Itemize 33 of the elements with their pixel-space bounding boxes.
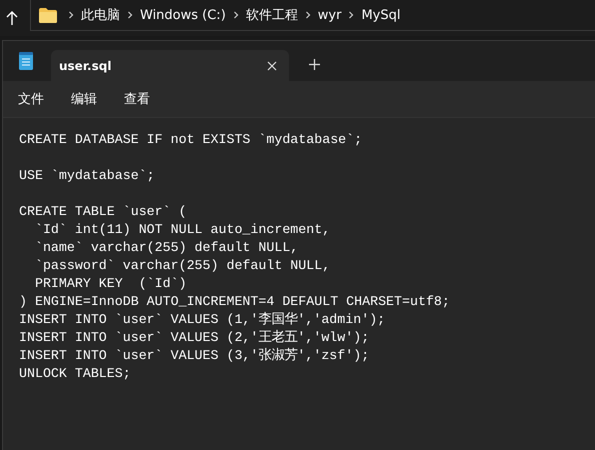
code-line: `name` varchar(255) default NULL, [34,239,300,257]
chevron-icon [67,11,75,19]
text-editor[interactable] [3,117,595,450]
code-line: `password` varchar(255) default NULL, [34,257,332,275]
chevron-icon [304,11,312,19]
chevron-icon [232,11,240,19]
menu-item[interactable]: 查看 [124,90,150,108]
plus-icon[interactable] [309,59,320,70]
code-line: INSERT INTO `user` VALUES (3,'张淑芳','zsf'); [19,347,370,365]
breadcrumb-item[interactable]: 软件工程 [246,6,298,24]
chevron-icon [347,11,356,19]
folder-icon [39,8,57,22]
breadcrumb-item[interactable]: 此电脑 [81,6,120,24]
breadcrumb-item[interactable]: Windows (C:) [140,8,226,22]
address-bar[interactable]: 此电脑 Windows (C:) 软件工程 wyr MySql [30,0,595,31]
menu-item[interactable]: 编辑 [71,90,97,108]
notepad-icon [19,52,33,70]
code-line: USE `mydatabase`; [19,167,156,185]
up-arrow-icon[interactable] [4,10,20,26]
menu-item[interactable]: 文件 [18,90,44,108]
code-line: PRIMARY KEY (`Id`) [34,275,188,293]
code-line: INSERT INTO `user` VALUES (1,'李国华','admin'); [19,311,386,329]
code-line: `Id` int(11) NOT NULL auto_increment, [34,221,332,239]
breadcrumb-item[interactable]: wyr [318,8,342,22]
breadcrumb-item[interactable]: MySql [361,8,400,22]
code-line: ) ENGINE=InnoDB AUTO_INCREMENT=4 DEFAULT CHARSET=utf8; [19,293,451,311]
code-line: INSERT INTO `user` VALUES (2,'王老五','wlw'); [19,329,370,347]
code-line: UNLOCK TABLES; [19,365,132,383]
code-line: CREATE DATABASE IF not EXISTS `mydatabase`; [19,131,364,149]
code-line: CREATE TABLE `user` ( [19,203,188,221]
close-icon[interactable] [267,60,277,70]
chevron-icon [126,11,134,19]
file-tab[interactable]: user.sql [51,50,289,81]
